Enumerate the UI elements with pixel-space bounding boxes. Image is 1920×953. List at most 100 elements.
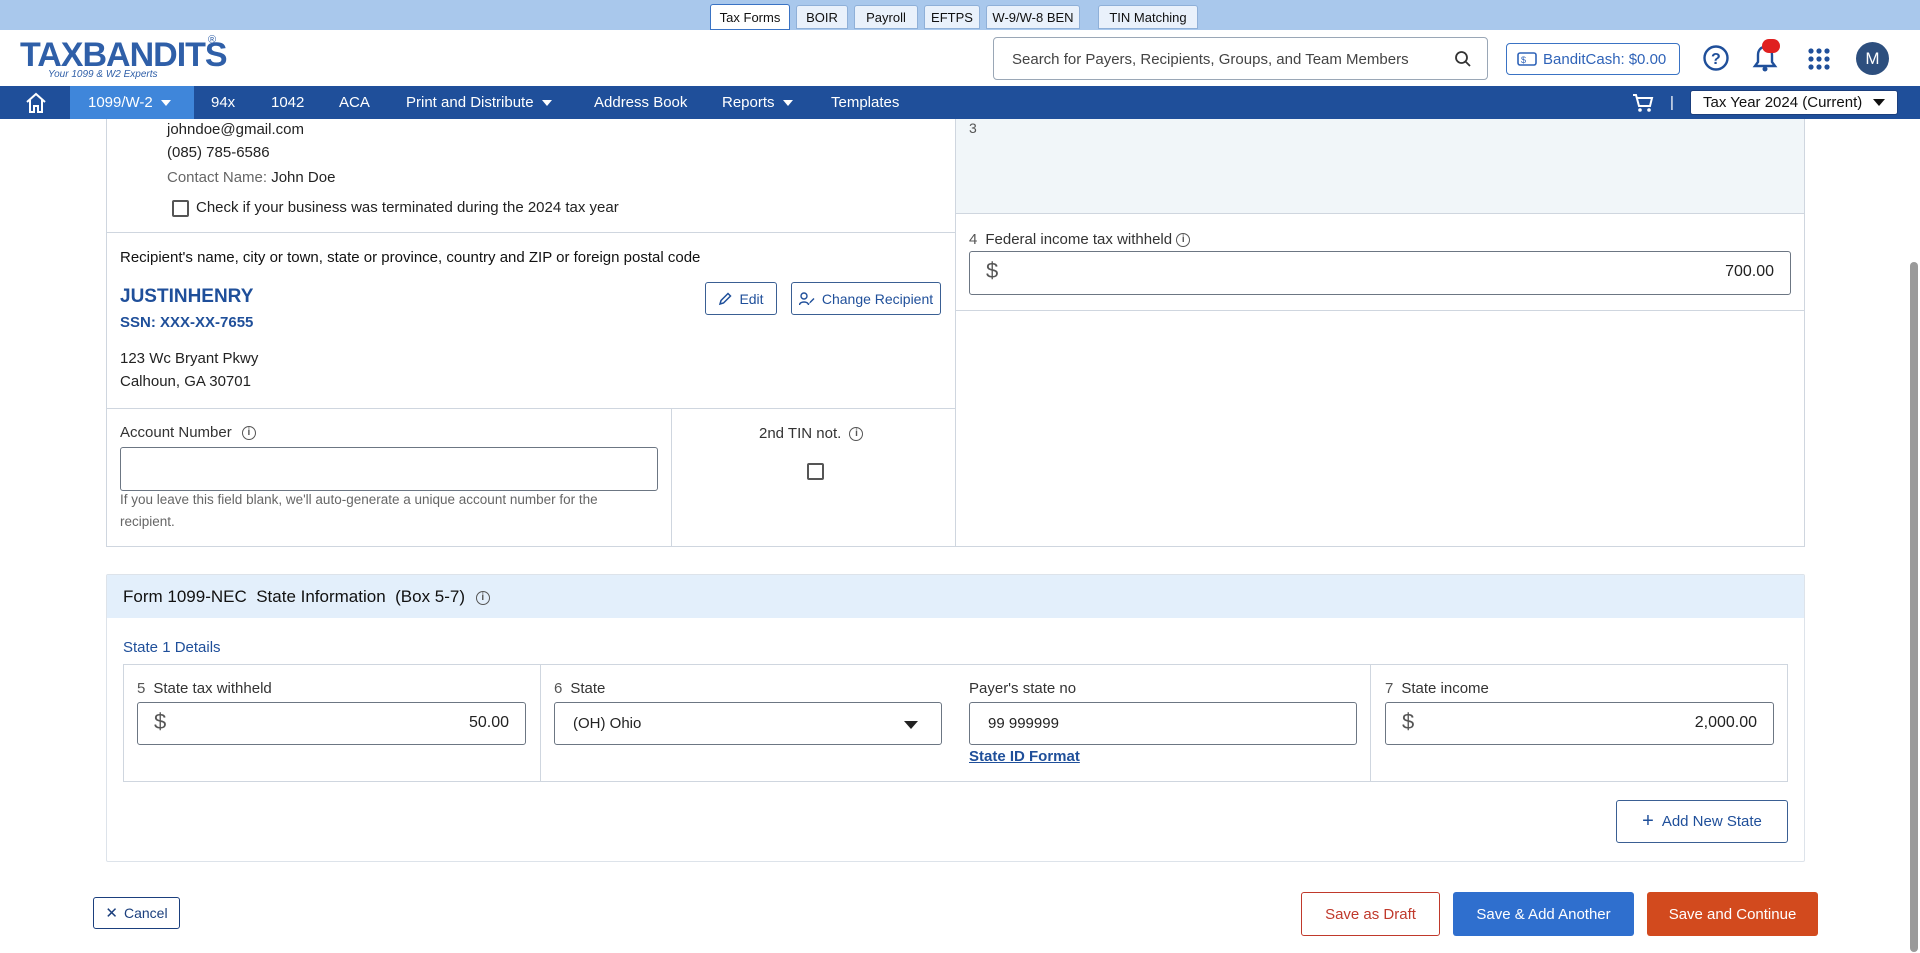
contact-name: John Doe [271, 169, 336, 186]
global-search [993, 37, 1488, 80]
change-recipient-button[interactable]: Change Recipient [791, 282, 941, 315]
tab-payroll[interactable]: Payroll [854, 5, 918, 29]
cancel-button[interactable]: ✕ Cancel [93, 897, 180, 929]
state-tax-value: 50.00 [468, 714, 509, 731]
box7-label: 7 State income [1385, 680, 1489, 697]
save-and-add-another-button[interactable]: Save & Add Another [1453, 892, 1634, 936]
tab-label: Tax Forms [719, 9, 781, 25]
box3-cell [956, 119, 1804, 213]
nav-94x[interactable]: 94x [211, 86, 235, 119]
nav-label: Print and Distribute [406, 94, 534, 111]
divider [955, 213, 1804, 214]
plus-icon: + [1642, 810, 1654, 832]
tab-label: BOIR [806, 9, 838, 25]
divider [671, 408, 672, 547]
recipient-name: JUSTINHENRY [120, 286, 254, 307]
state-section-title: Form 1099-NEC State Information (Box 5-7… [123, 587, 490, 607]
info-icon[interactable]: i [1176, 233, 1191, 248]
tax-year-select[interactable]: Tax Year 2024 (Current) [1690, 90, 1898, 115]
state-select-value: (OH) Ohio [573, 715, 642, 732]
info-icon[interactable]: i [241, 426, 256, 441]
close-icon: ✕ [105, 905, 118, 922]
save-and-continue-button[interactable]: Save and Continue [1647, 892, 1818, 936]
chevron-down-icon [160, 99, 171, 106]
wallet-icon: $ [1517, 52, 1537, 66]
search-icon[interactable] [1454, 50, 1472, 68]
save-as-draft-button[interactable]: Save as Draft [1301, 892, 1440, 936]
box-label-text: State income [1401, 680, 1489, 697]
business-terminated-checkbox[interactable] [172, 200, 189, 217]
change-recipient-label: Change Recipient [821, 290, 934, 307]
dollar-sign: $ [1402, 709, 1415, 734]
box-label-text: Federal income tax withheld [985, 231, 1173, 248]
box-number: 5 [137, 680, 146, 697]
state-income-input[interactable]: $ 2,000.00 [1385, 702, 1774, 745]
avatar[interactable]: M [1856, 42, 1889, 75]
divider [540, 664, 541, 782]
svg-text:?: ? [1711, 51, 1721, 68]
recipient-address-line1: 123 Wc Bryant Pkwy [120, 350, 259, 367]
tab-label: W-9/W-8 BEN [992, 9, 1074, 25]
notifications-button[interactable] [1750, 39, 1780, 74]
box4-label: 4 Federal income tax withheld i [969, 231, 1191, 248]
nav-1099-w2[interactable]: 1099/W-2 [70, 86, 194, 119]
box-number: 6 [554, 680, 563, 697]
nav-aca[interactable]: ACA [339, 86, 370, 119]
tab-tax-forms[interactable]: Tax Forms [710, 4, 790, 30]
taxbandits-logo[interactable]: TAXBANDITS ® Your 1099 & W2 Experts [20, 34, 228, 80]
nav-1042[interactable]: 1042 [271, 86, 304, 119]
nav-separator: | [1670, 86, 1674, 119]
box3-number: 3 [969, 120, 977, 136]
search-input[interactable] [1012, 48, 1432, 70]
divider [1804, 119, 1805, 547]
state-select[interactable]: (OH) Ohio [554, 702, 942, 745]
logo-tagline: Your 1099 & W2 Experts [48, 69, 158, 80]
state-income-value: 2,000.00 [1694, 714, 1757, 731]
federal-tax-withheld-input[interactable]: $ 700.00 [969, 251, 1791, 295]
nav-reports[interactable]: Reports [722, 86, 793, 119]
divider [106, 546, 1805, 547]
account-hint-line2: recipient. [120, 514, 175, 529]
main-nav: 1099/W-2 94x 1042 ACA Print and Distribu… [0, 86, 1920, 119]
nav-label: 1099/W-2 [88, 94, 153, 111]
tab-boir[interactable]: BOIR [796, 5, 848, 29]
second-tin-checkbox[interactable] [807, 463, 824, 480]
payer-state-no-input[interactable]: 99 999999 [969, 702, 1357, 745]
tab-eftps[interactable]: EFTPS [924, 5, 980, 29]
apps-grid-icon[interactable] [1808, 48, 1830, 70]
recipient-section-label: Recipient's name, city or town, state or… [120, 249, 701, 266]
nav-label: 1042 [271, 94, 305, 111]
account-number-input[interactable] [120, 447, 658, 491]
account-number-label: Account Number i [120, 424, 256, 441]
nav-templates[interactable]: Templates [831, 86, 899, 119]
banditcash-button[interactable]: $ BanditCash: $0.00 [1506, 43, 1680, 75]
avatar-initial: M [1865, 48, 1880, 68]
account-hint-line1: If you leave this field blank, we'll aut… [120, 492, 598, 507]
divider [106, 119, 107, 547]
user-edit-icon [798, 291, 815, 305]
box-number: 4 [969, 231, 978, 248]
recipient-address-line2: Calhoun, GA 30701 [120, 373, 251, 390]
home-icon [26, 92, 46, 113]
nav-label: Templates [831, 94, 900, 111]
state-id-format-link[interactable]: State ID Format [969, 748, 1080, 765]
tab-tin-matching[interactable]: TIN Matching [1098, 5, 1198, 29]
svg-text:$: $ [1521, 55, 1526, 65]
banditcash-amount: $0.00 [1628, 50, 1667, 68]
cancel-label: Cancel [123, 905, 168, 921]
nav-print-distribute[interactable]: Print and Distribute [406, 86, 552, 119]
info-icon[interactable]: i [849, 427, 864, 442]
home-button[interactable] [24, 86, 48, 119]
help-icon[interactable]: ? [1702, 44, 1730, 72]
nav-address-book[interactable]: Address Book [594, 86, 687, 119]
edit-recipient-button[interactable]: Edit [705, 282, 777, 315]
info-icon[interactable]: i [475, 590, 490, 605]
separator-text: | [1670, 94, 1674, 111]
chevron-down-icon [782, 99, 793, 106]
add-new-state-button[interactable]: + Add New State [1616, 800, 1788, 843]
cart-button[interactable] [1632, 86, 1654, 119]
divider [106, 232, 955, 233]
page-scrollbar[interactable] [1910, 262, 1918, 952]
tab-w9-w8ben[interactable]: W-9/W-8 BEN [986, 5, 1080, 29]
state-tax-withheld-input[interactable]: $ 50.00 [137, 702, 526, 745]
